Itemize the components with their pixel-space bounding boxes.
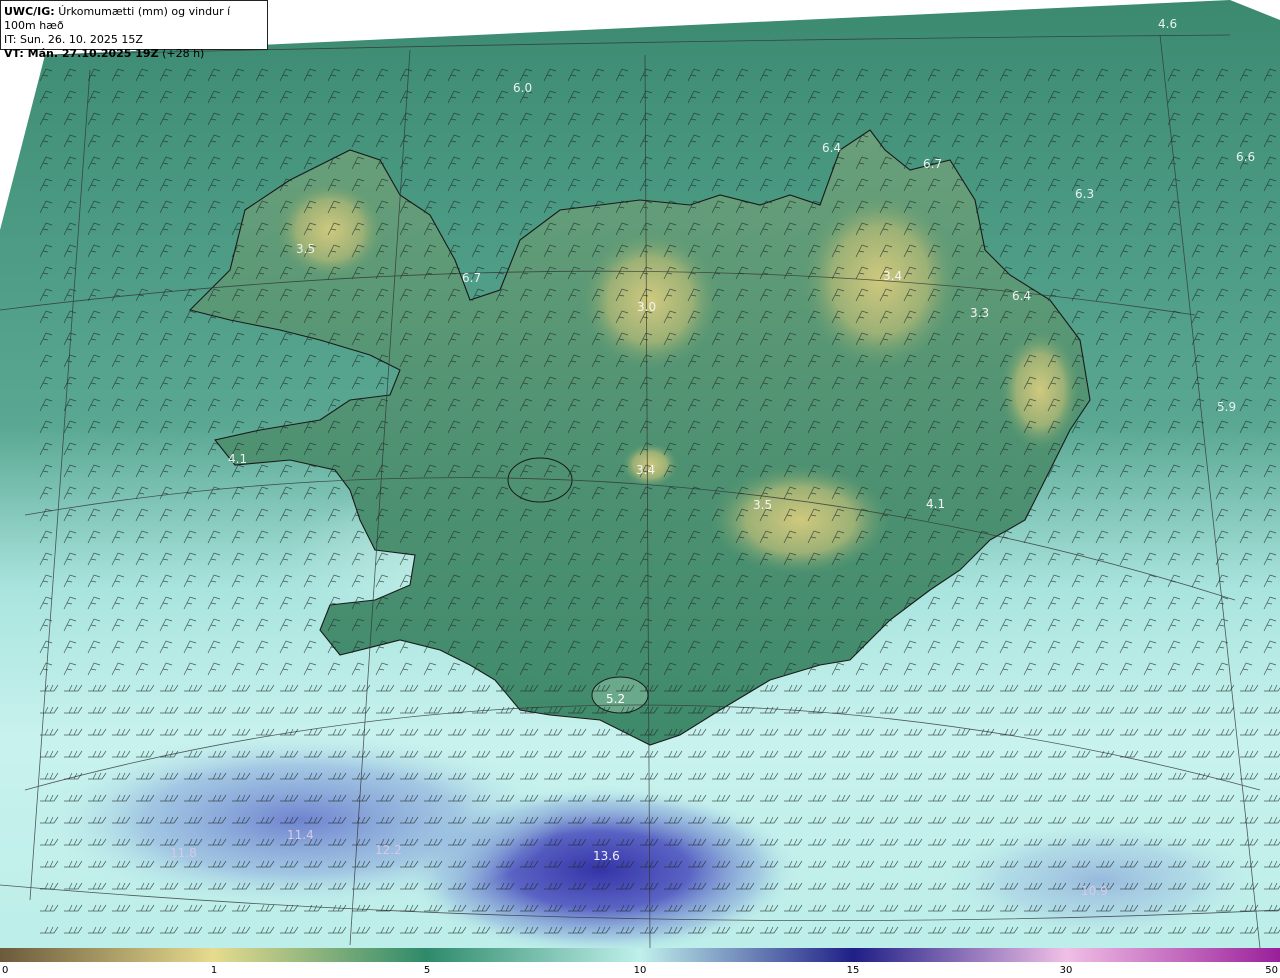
colorbar-tick: 1 bbox=[210, 965, 218, 976]
valid-time-line: VT: Mán. 27.10.2025 19Z (+28 h) bbox=[4, 47, 264, 61]
model-code: UWC/IG: bbox=[4, 5, 55, 18]
colorbar-tick: 15 bbox=[846, 965, 860, 976]
valid-time: VT: Mán. 27.10.2025 19Z bbox=[4, 47, 159, 60]
value-label: 6.0 bbox=[513, 81, 532, 95]
title-line: UWC/IG: Úrkomumætti (mm) og vindur í 100… bbox=[4, 5, 264, 33]
colorbar-tick: 30 bbox=[1059, 965, 1073, 976]
colorbar-tick: 0 bbox=[2, 965, 9, 976]
lead-time: (+28 h) bbox=[162, 47, 205, 60]
value-label: 12.2 bbox=[375, 843, 402, 857]
value-label: 3.5 bbox=[753, 498, 772, 512]
value-label: 6.7 bbox=[462, 271, 481, 285]
precip-band-east bbox=[940, 820, 1260, 940]
value-label: 5.9 bbox=[1217, 400, 1236, 414]
value-label: 6.3 bbox=[1075, 187, 1094, 201]
map-canvas: 4.6 6.0 6.4 6.7 6.6 6.3 3.5 6.7 3.4 3.0 … bbox=[0, 0, 1280, 948]
value-label: 6.4 bbox=[1012, 289, 1031, 303]
value-label: 3.4 bbox=[883, 269, 902, 283]
value-label: 3.0 bbox=[637, 300, 656, 314]
value-label: 10.9 bbox=[1081, 884, 1108, 898]
colorbar-tick: 10 bbox=[633, 965, 647, 976]
value-label: 6.4 bbox=[822, 141, 841, 155]
value-label: 4.1 bbox=[228, 452, 247, 466]
value-label: 6.6 bbox=[1236, 150, 1255, 164]
value-label: 11.4 bbox=[287, 828, 314, 842]
value-label: 3.5 bbox=[296, 242, 315, 256]
value-label: 13.6 bbox=[593, 849, 620, 863]
value-label: 3.4 bbox=[636, 463, 655, 477]
colorbar-tick: 50 bbox=[1265, 965, 1278, 976]
map-info-box: UWC/IG: Úrkomumætti (mm) og vindur í 100… bbox=[0, 0, 268, 60]
colorbar-tick: 5 bbox=[423, 965, 431, 976]
colorbar: 0 1 5 10 15 30 50 bbox=[0, 948, 1280, 978]
value-label: 4.1 bbox=[926, 497, 945, 511]
value-label: 4.6 bbox=[1158, 17, 1177, 31]
value-label: 5.2 bbox=[606, 692, 625, 706]
issue-time: IT: Sun. 26. 10. 2025 15Z bbox=[4, 33, 143, 46]
forecast-map: 4.6 6.0 6.4 6.7 6.6 6.3 3.5 6.7 3.4 3.0 … bbox=[0, 0, 1280, 948]
value-label: 3.3 bbox=[970, 306, 989, 320]
value-label: 11.8 bbox=[170, 846, 197, 860]
colorbar-strip bbox=[0, 948, 1280, 962]
value-label: 6.7 bbox=[923, 157, 942, 171]
